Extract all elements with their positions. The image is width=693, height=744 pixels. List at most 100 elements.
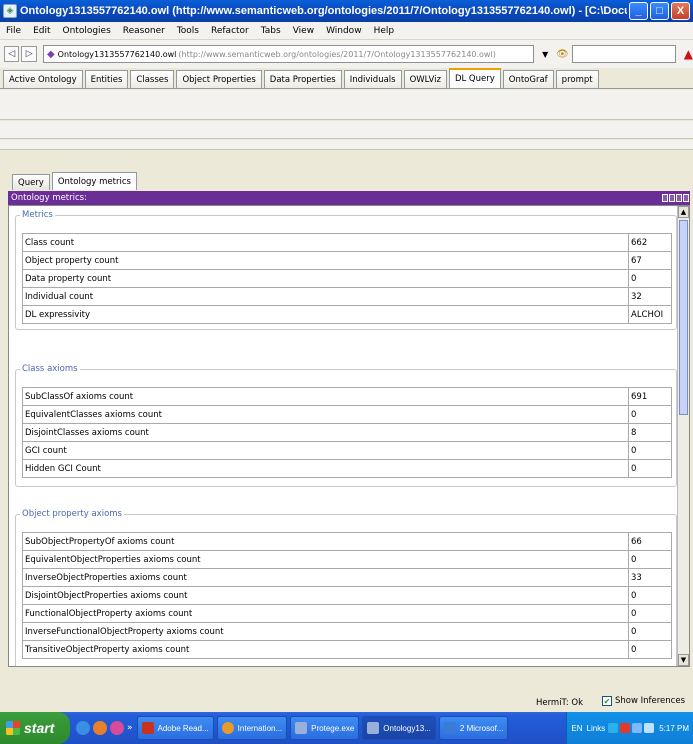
table-row: TransitiveObjectProperty axioms count 0	[22, 641, 672, 659]
ie-icon[interactable]	[76, 721, 90, 735]
tab-ontology-metrics[interactable]: Ontology metrics	[51, 172, 137, 190]
arrow-right-icon: ▷	[25, 49, 33, 59]
scroll-up-button[interactable]: ▲	[678, 206, 689, 218]
maximize-button[interactable]: □	[650, 2, 669, 20]
search-input[interactable]	[571, 45, 676, 63]
taskbar-button-protege-exe[interactable]: Protege.exe	[290, 716, 360, 740]
table-row: DisjointClasses axioms count 8	[22, 424, 672, 442]
firefox-icon[interactable]	[93, 721, 107, 735]
taskbar-button-ontology[interactable]: Ontology13...	[362, 716, 436, 740]
tab-data-properties[interactable]: Data Properties	[263, 70, 342, 88]
tab-owlviz[interactable]: OWLViz	[403, 70, 447, 88]
metric-name: Individual count	[23, 288, 629, 305]
tab-classes[interactable]: Classes	[130, 70, 175, 88]
menu-tools[interactable]: Tools	[171, 26, 205, 36]
group-legend: Object property axioms	[20, 509, 124, 519]
metric-name: FunctionalObjectProperty axioms count	[23, 605, 629, 622]
view-float-icon[interactable]	[669, 194, 675, 202]
show-inferences-checkbox[interactable]: ✔	[601, 696, 612, 706]
metric-name: InverseFunctionalObjectProperty axioms c…	[23, 623, 629, 640]
table-row: Individual count 32	[22, 288, 672, 306]
vertical-scrollbar[interactable]: ▲ ▼	[677, 206, 689, 666]
window-titlebar[interactable]: ◈ Ontology1313557762140.owl (http://www.…	[0, 0, 693, 22]
protege-icon	[295, 722, 308, 734]
metrics-group: Metrics Class count 662 Object property c…	[15, 210, 677, 330]
chevron-down-icon[interactable]: ▼	[538, 45, 551, 63]
tab-prompt[interactable]: prompt	[555, 70, 599, 88]
metric-value: 33	[631, 572, 642, 583]
metric-name: DisjointClasses axioms count	[23, 424, 629, 441]
tray-icon[interactable]	[620, 723, 631, 733]
taskbar-button-label: Protege.exe	[311, 723, 355, 733]
table-row: SubObjectPropertyOf axioms count 66	[22, 533, 672, 551]
protege-app-icon: ◈	[3, 4, 17, 18]
menu-reasoner[interactable]: Reasoner	[117, 26, 171, 36]
scroll-down-button[interactable]: ▼	[678, 654, 689, 666]
table-row: EquivalentClasses axioms count 0	[22, 406, 672, 424]
windows-logo-icon	[6, 721, 20, 735]
table-row: DisjointObjectProperties axioms count 0	[22, 587, 672, 605]
taskbar-button-label: Ontology13...	[383, 723, 431, 733]
active-ontology-selector[interactable]: ◆ Ontology1313557762140.owl (http://www.…	[42, 45, 535, 63]
menu-ontologies[interactable]: Ontologies	[57, 26, 117, 36]
table-row: InverseObjectProperties axioms count 33	[22, 569, 672, 587]
links-toolbar[interactable]: Links	[587, 724, 606, 733]
menu-edit[interactable]: Edit	[27, 26, 56, 36]
word-icon	[443, 722, 456, 734]
metric-name: GCI count	[23, 442, 629, 459]
start-label: start	[24, 720, 55, 736]
taskbar-button-internation[interactable]: Internation...	[216, 716, 288, 740]
back-button[interactable]: ◁	[4, 46, 20, 62]
tab-entities[interactable]: Entities	[84, 70, 129, 88]
browser-icon[interactable]	[110, 721, 124, 735]
show-inferences-toggle[interactable]: ✔ Show Inferences	[601, 696, 685, 706]
menu-view[interactable]: View	[287, 26, 320, 36]
show-inferences-label: Show Inferences	[614, 696, 685, 706]
taskbar-button-microsoft[interactable]: 2 Microsof...	[438, 716, 509, 740]
scroll-thumb[interactable]	[679, 220, 688, 415]
tab-dl-query[interactable]: DL Query	[448, 68, 501, 88]
metric-name: TransitiveObjectProperty axioms count	[23, 641, 629, 658]
warning-icon[interactable]: ▲	[684, 47, 693, 61]
table-row: Data property count 0	[22, 270, 672, 288]
metric-value: 8	[631, 427, 637, 438]
ontology-name: Ontology1313557762140.owl	[57, 49, 177, 59]
minimize-button[interactable]: _	[629, 2, 648, 20]
windows-taskbar: start » Adobe Read... Internation... Pro…	[0, 712, 693, 744]
clock[interactable]: 5:17 PM	[659, 724, 689, 733]
language-indicator[interactable]: EN	[571, 724, 582, 733]
metric-value: 0	[631, 644, 637, 655]
menu-window[interactable]: Window	[320, 26, 368, 36]
class-axioms-table: SubClassOf axioms count 691 EquivalentCla…	[22, 387, 672, 478]
metric-value: 0	[631, 608, 637, 619]
ontology-address-bar: ◁ ▷ ◆ Ontology1313557762140.owl (http://…	[0, 40, 693, 68]
metric-value: 66	[631, 536, 642, 547]
app-icon	[221, 722, 234, 734]
menu-refactor[interactable]: Refactor	[205, 26, 255, 36]
chevron-right-icon[interactable]: »	[127, 723, 133, 733]
toolbar-area-secondary	[0, 121, 693, 139]
main-tab-bar: Active Ontology Entities Classes Object …	[0, 68, 693, 89]
metric-name: SubClassOf axioms count	[23, 388, 629, 405]
metric-name: Data property count	[23, 270, 629, 287]
view-maximize-icon[interactable]	[676, 194, 682, 202]
tab-individuals[interactable]: Individuals	[343, 70, 402, 88]
start-button[interactable]: start	[0, 712, 70, 744]
tray-icon[interactable]	[608, 723, 619, 733]
tab-ontograf[interactable]: OntoGraf	[502, 70, 554, 88]
tray-icon[interactable]	[632, 723, 643, 733]
menu-file[interactable]: File	[0, 26, 27, 36]
tray-icon[interactable]	[644, 723, 655, 733]
close-button[interactable]: X	[671, 2, 690, 20]
menu-help[interactable]: Help	[368, 26, 401, 36]
tab-query[interactable]: Query	[12, 174, 50, 190]
metric-value: 0	[631, 445, 637, 456]
menu-tabs[interactable]: Tabs	[255, 26, 287, 36]
adobe-reader-icon	[141, 722, 154, 734]
view-sync-icon[interactable]	[662, 194, 668, 202]
forward-button[interactable]: ▷	[21, 46, 37, 62]
taskbar-button-adobe[interactable]: Adobe Read...	[136, 716, 214, 740]
tab-object-properties[interactable]: Object Properties	[176, 70, 262, 88]
tab-active-ontology[interactable]: Active Ontology	[3, 70, 83, 88]
view-close-icon[interactable]	[683, 194, 689, 202]
